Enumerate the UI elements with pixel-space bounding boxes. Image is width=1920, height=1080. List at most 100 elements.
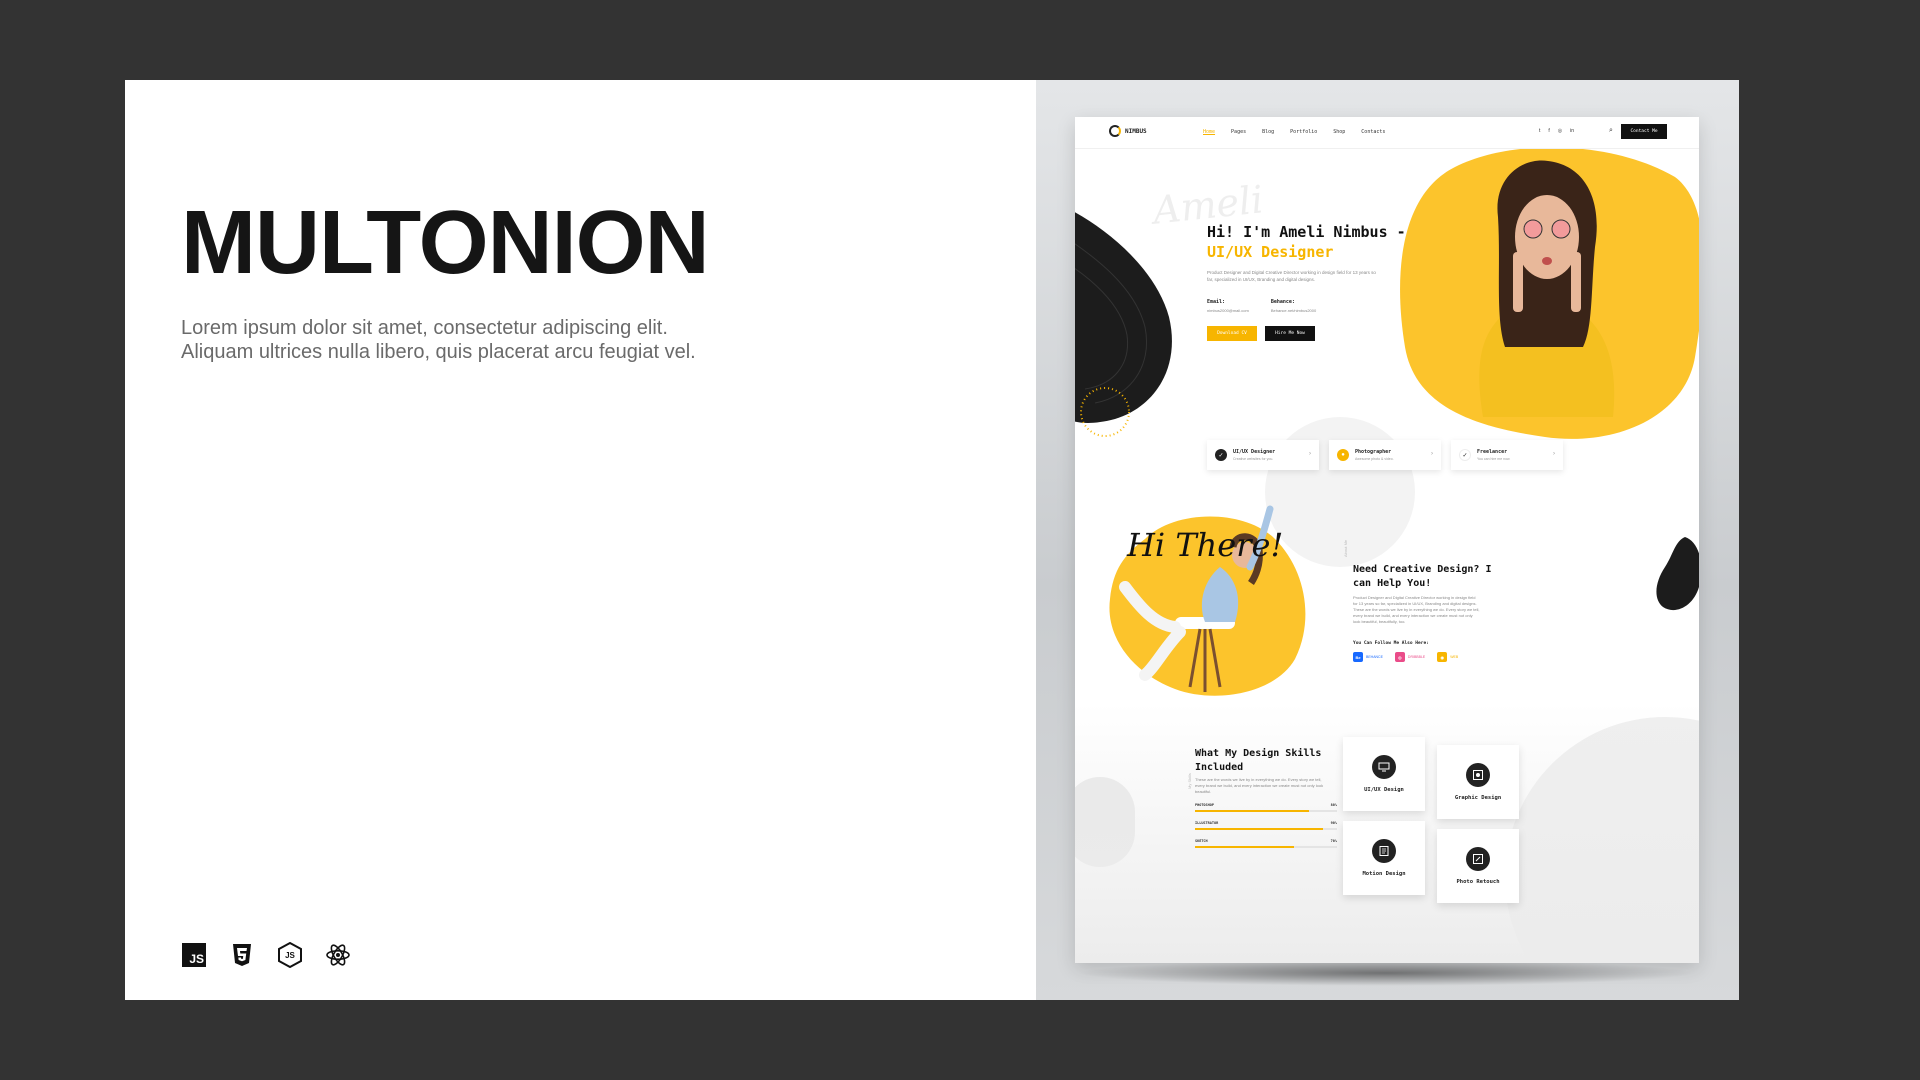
skills-text: These are the words we live by in everyt…: [1195, 777, 1324, 794]
hi-there-script: Hi There!: [1127, 526, 1284, 564]
service-title: Photographer: [1355, 449, 1392, 455]
javascript-icon: JS: [181, 942, 207, 968]
skill-percent: 90%: [1330, 821, 1337, 825]
skill-name: PHOTOSHOP: [1195, 803, 1214, 807]
skill-name: ILLUSTRATOR: [1195, 821, 1219, 825]
camera-icon: ●: [1337, 449, 1349, 461]
facebook-icon[interactable]: f: [1548, 128, 1549, 134]
site-logo[interactable]: NIMBUS: [1109, 125, 1147, 137]
hero-subtitle: UI/UX Designer: [1207, 243, 1334, 261]
main-menu: Home Pages Blog Portfolio Shop Contacts: [1203, 129, 1385, 135]
monitor-icon: [1372, 755, 1396, 779]
menu-item-portfolio[interactable]: Portfolio: [1290, 129, 1317, 135]
skills-title: What My Design Skills Included: [1195, 748, 1322, 773]
preview-shadow: [1076, 960, 1696, 986]
email-value[interactable]: nimbus2000@mail.com: [1207, 308, 1249, 313]
menu-item-pages[interactable]: Pages: [1231, 129, 1246, 135]
brand-title: MULTONION: [181, 193, 710, 293]
menu-item-shop[interactable]: Shop: [1333, 129, 1345, 135]
hero-blob-dark: [1075, 212, 1172, 437]
hero-text: Product Designer and Digital Creative Di…: [1207, 270, 1376, 282]
skill-card-label: Graphic Design: [1454, 795, 1502, 801]
menu-item-home[interactable]: Home: [1203, 129, 1215, 135]
hero-portrait: [1479, 160, 1615, 417]
behance-icon: Be: [1353, 652, 1363, 662]
service-cards: ✓ UI/UX Designer Creative websites for y…: [1207, 440, 1563, 470]
social-links: t f ◎ in: [1539, 128, 1574, 134]
dribbble-link[interactable]: ◎ DRIBBBLE: [1394, 652, 1425, 662]
contact-me-button[interactable]: Contact Me: [1621, 124, 1667, 139]
chevron-right-icon: ›: [1553, 451, 1555, 457]
menu-item-blog[interactable]: Blog: [1262, 129, 1274, 135]
skill-card-uiux[interactable]: UI/UX Design: [1343, 737, 1425, 811]
linkedin-icon[interactable]: in: [1570, 128, 1574, 134]
email-label: Email:: [1207, 299, 1226, 305]
menu-item-contacts[interactable]: Contacts: [1361, 129, 1385, 135]
hero-buttons: Download CV Hire Me Now: [1207, 326, 1315, 341]
search-icon[interactable]: ⌕: [1609, 127, 1613, 135]
service-desc: You can hire me now.: [1477, 457, 1511, 461]
check-icon: ✓: [1459, 449, 1471, 461]
skill-card-label: Motion Design: [1362, 871, 1406, 877]
skill-card-retouch[interactable]: Photo Retouch: [1437, 829, 1519, 903]
react-icon: [325, 942, 351, 968]
web-link[interactable]: ◉ WEB: [1437, 652, 1458, 662]
skill-fill: [1195, 828, 1323, 830]
dribbble-icon: ◎: [1394, 652, 1405, 662]
skill-bar: ILLUSTRATOR 90%: [1195, 821, 1337, 830]
brush-icon: [1466, 847, 1490, 871]
hire-me-button[interactable]: Hire Me Now: [1265, 326, 1315, 341]
brand-panel: MULTONION Lorem ipsum dolor sit amet, co…: [125, 80, 1036, 1000]
check-icon: ✓: [1215, 449, 1227, 461]
preview-panel: NIMBUS Home Pages Blog Portfolio Shop Co…: [1036, 80, 1739, 1000]
download-cv-button[interactable]: Download CV: [1207, 326, 1257, 341]
hero-contacts: Email: nimbus2000@mail.com Behance: Beha…: [1207, 299, 1316, 313]
skill-track: [1195, 846, 1337, 848]
logo-text: NIMBUS: [1125, 127, 1147, 135]
site-nav: NIMBUS Home Pages Blog Portfolio Shop Co…: [1075, 117, 1699, 149]
about-text: Product Designer and Digital Creative Di…: [1353, 595, 1480, 624]
skill-card-motion[interactable]: Motion Design: [1343, 821, 1425, 895]
follow-link-label: BEHANCE: [1366, 655, 1383, 659]
service-card-freelancer[interactable]: ✓ Freelancer You can hire me now. ›: [1451, 440, 1563, 470]
service-card-uiux[interactable]: ✓ UI/UX Designer Creative websites for y…: [1207, 440, 1319, 470]
skill-percent: 70%: [1330, 839, 1337, 843]
service-desc: Awesome photo & video.: [1355, 457, 1394, 461]
skill-percent: 80%: [1330, 803, 1337, 807]
service-desc: Creative websites for you.: [1233, 457, 1274, 461]
skill-track: [1195, 810, 1337, 812]
skills-side-label: My Skills: [1187, 773, 1192, 789]
about-blob-dark: [1656, 537, 1699, 611]
chevron-right-icon: ›: [1309, 451, 1311, 457]
js-label: JS: [182, 943, 206, 967]
skill-bar: SKETCH 70%: [1195, 839, 1337, 848]
skill-bars: PHOTOSHOP 80% ILLUSTRATOR 90% SKETCH 70%: [1195, 803, 1337, 857]
behance-link[interactable]: Be BEHANCE: [1353, 652, 1383, 662]
about-title: Need Creative Design? I can Help You!: [1353, 564, 1492, 589]
css3-icon: [229, 942, 255, 968]
skill-track: [1195, 828, 1337, 830]
skill-bar: PHOTOSHOP 80%: [1195, 803, 1337, 812]
follow-link-label: WEB: [1450, 655, 1459, 659]
globe-icon: ◉: [1437, 652, 1448, 662]
skill-name: SKETCH: [1195, 839, 1208, 843]
skill-card-label: Photo Retouch: [1456, 879, 1500, 885]
svg-text:JS: JS: [285, 951, 295, 960]
skill-card-label: UI/UX Design: [1364, 787, 1404, 793]
brand-description: Lorem ipsum dolor sit amet, consectetur …: [181, 317, 696, 363]
chevron-right-icon: ›: [1431, 451, 1433, 457]
service-title: UI/UX Designer: [1233, 449, 1276, 455]
hero-title: Hi! I'm Ameli Nimbus -: [1207, 223, 1406, 241]
service-title: Freelancer: [1477, 449, 1508, 455]
about-side-label: About Me: [1343, 539, 1348, 557]
behance-value[interactable]: Behance.net/nimbus2000: [1271, 308, 1316, 313]
tech-icons: JS JS: [181, 942, 351, 968]
follow-links: Be BEHANCE ◎ DRIBBBLE ◉ WEB: [1353, 652, 1458, 662]
instagram-icon[interactable]: ◎: [1558, 128, 1562, 134]
twitter-icon[interactable]: t: [1539, 128, 1540, 134]
service-card-photographer[interactable]: ● Photographer Awesome photo & video. ›: [1329, 440, 1441, 470]
skill-fill: [1195, 810, 1309, 812]
logo-icon: [1109, 125, 1121, 137]
follow-label: You Can Follow Me Also Here:: [1353, 641, 1429, 646]
skill-card-graphic[interactable]: Graphic Design: [1437, 745, 1519, 819]
